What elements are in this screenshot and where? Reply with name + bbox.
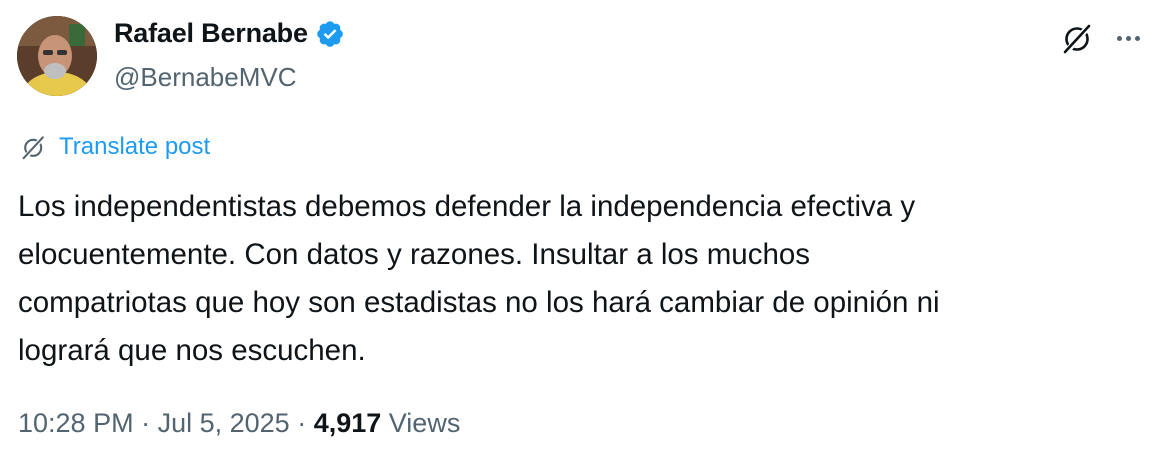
verified-badge-icon[interactable]: [315, 19, 345, 49]
views-count: 4,917: [313, 408, 382, 438]
meta-separator: ·: [133, 408, 158, 438]
post-meta: 10:28 PM · Jul 5, 2025 · 4,917 Views: [18, 408, 460, 439]
translate-post-link[interactable]: Translate post: [18, 131, 210, 163]
meta-separator: ·: [289, 408, 314, 438]
views-label: Views: [388, 408, 461, 438]
more-options-button[interactable]: [1108, 18, 1148, 58]
post-time[interactable]: 10:28 PM: [18, 408, 134, 439]
post-date[interactable]: Jul 5, 2025: [158, 408, 290, 439]
avatar[interactable]: [17, 16, 97, 96]
grok-translate-icon: [22, 135, 45, 160]
grok-button[interactable]: [1058, 18, 1098, 58]
author-handle[interactable]: @BernabeMVC: [114, 62, 296, 93]
post-text: Los independentistas debemos defender la…: [18, 190, 940, 367]
author-display-name[interactable]: Rafael Bernabe: [114, 18, 308, 49]
avatar-image: [17, 16, 97, 96]
author-name-row: Rafael Bernabe: [114, 18, 345, 49]
grok-icon: [1063, 24, 1092, 54]
more-icon: [1115, 35, 1142, 41]
views-spacer: [381, 408, 389, 439]
translate-post-label: Translate post: [59, 133, 211, 160]
